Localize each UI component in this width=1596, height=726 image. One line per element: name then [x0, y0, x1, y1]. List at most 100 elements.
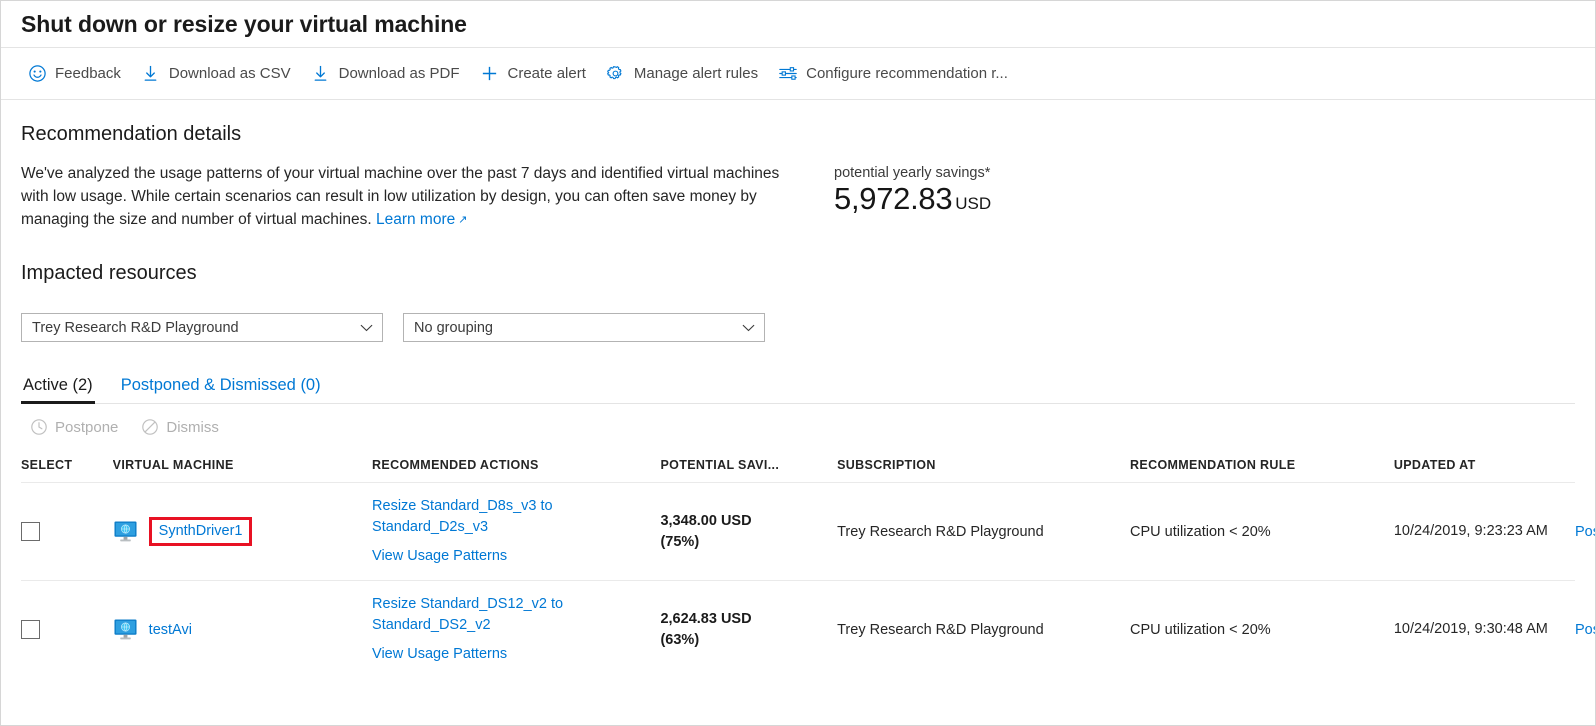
- download-pdf-button[interactable]: Download as PDF: [301, 57, 470, 91]
- create-alert-button[interactable]: Create alert: [470, 57, 596, 91]
- row-actions: Postpone|Dismiss: [1575, 524, 1596, 540]
- feedback-label: Feedback: [55, 65, 121, 82]
- recommendation-page: Shut down or resize your virtual machine…: [0, 0, 1596, 726]
- chevron-down-icon: [742, 321, 755, 334]
- column-header-virtual-machine: VIRTUAL MACHINE: [113, 450, 372, 483]
- gear-icon: [606, 64, 626, 84]
- page-title: Shut down or resize your virtual machine: [21, 11, 467, 38]
- recommended-actions-list: Resize Standard_D8s_v3 to Standard_D2s_v…: [372, 496, 652, 567]
- row-updated-at-cell: 10/24/2019, 9:30:48 AM: [1394, 581, 1575, 679]
- filters-bar: Trey Research R&D Playground No grouping: [21, 313, 1575, 342]
- create-alert-label: Create alert: [508, 65, 586, 82]
- potential-savings-value-row: 5,972.83USD: [834, 182, 991, 216]
- column-header-recommendation-rule: RECOMMENDATION RULE: [1130, 450, 1394, 483]
- manage-alert-rules-label: Manage alert rules: [634, 65, 758, 82]
- subscription-filter-value: Trey Research R&D Playground: [32, 320, 239, 336]
- grouping-filter-value: No grouping: [414, 320, 493, 336]
- row-recommended-actions-cell: Resize Standard_DS12_v2 to Standard_DS2_…: [372, 581, 660, 679]
- row-savings-percent: (63%): [660, 630, 829, 651]
- column-header-subscription: SUBSCRIPTION: [837, 450, 1130, 483]
- virtual-machine-icon: [113, 520, 139, 544]
- row-potential-savings-cell: 2,624.83 USD (63%): [660, 581, 837, 679]
- table-body: SynthDriver1 Resize Standard_D8s_v3 to S…: [21, 483, 1575, 679]
- recommendation-description: We've analyzed the usage patterns of you…: [21, 162, 796, 232]
- row-vm-cell: SynthDriver1: [113, 483, 372, 581]
- recommendation-tabs: Active (2) Postponed & Dismissed (0): [21, 376, 1575, 404]
- row-rule-cell: CPU utilization < 20%: [1130, 483, 1394, 581]
- impacted-resources-heading: Impacted resources: [21, 262, 1575, 285]
- column-header-select: SELECT: [21, 450, 113, 483]
- row-updated-at-cell: 10/24/2019, 9:23:23 AM: [1394, 483, 1575, 581]
- table-header: SELECT VIRTUAL MACHINE RECOMMENDED ACTIO…: [21, 450, 1575, 483]
- tab-active[interactable]: Active (2): [21, 376, 95, 403]
- chevron-down-icon: [360, 321, 373, 334]
- row-savings-percent: (75%): [660, 532, 829, 553]
- potential-savings-amount: 5,972.83: [834, 181, 952, 216]
- resize-action-link[interactable]: Resize Standard_D8s_v3 to Standard_D2s_v…: [372, 496, 652, 538]
- vm-cell-inner: testAvi: [113, 618, 364, 642]
- potential-savings-panel: potential yearly savings* 5,972.83USD: [834, 162, 991, 216]
- vm-name-link[interactable]: SynthDriver1: [159, 523, 243, 539]
- row-select-cell: [21, 483, 113, 581]
- row-rule-cell: CPU utilization < 20%: [1130, 581, 1394, 679]
- row-checkbox[interactable]: [21, 620, 40, 639]
- external-link-icon: ↗: [458, 209, 467, 232]
- row-vm-cell: testAvi: [113, 581, 372, 679]
- table-header-row: SELECT VIRTUAL MACHINE RECOMMENDED ACTIO…: [21, 450, 1575, 483]
- row-savings-amount: 3,348.00 USD: [660, 511, 829, 532]
- row-checkbox[interactable]: [21, 522, 40, 541]
- postpone-button[interactable]: Postpone: [21, 418, 126, 437]
- command-toolbar: Feedback Download as CSV Download as: [1, 48, 1595, 100]
- row-select-cell: [21, 581, 113, 679]
- tab-postponed-dismissed[interactable]: Postponed & Dismissed (0): [119, 376, 323, 403]
- column-header-updated-at: UPDATED AT: [1394, 450, 1575, 483]
- dismiss-label: Dismiss: [166, 419, 219, 436]
- main-content: Recommendation details We've analyzed th…: [1, 123, 1595, 678]
- feedback-button[interactable]: Feedback: [17, 57, 131, 91]
- manage-alert-rules-button[interactable]: Manage alert rules: [596, 57, 768, 91]
- potential-savings-currency: USD: [955, 194, 991, 213]
- recommendation-details-row: We've analyzed the usage patterns of you…: [21, 162, 1575, 232]
- recommendation-details-heading: Recommendation details: [21, 123, 1575, 146]
- clock-icon: [29, 418, 48, 437]
- row-potential-savings-cell: 3,348.00 USD (75%): [660, 483, 837, 581]
- potential-savings-label: potential yearly savings*: [834, 165, 991, 181]
- dismiss-button[interactable]: Dismiss: [132, 418, 227, 437]
- column-header-potential-savings: POTENTIAL SAVI...: [660, 450, 837, 483]
- row-recommended-actions-cell: Resize Standard_D8s_v3 to Standard_D2s_v…: [372, 483, 660, 581]
- grouping-filter-select[interactable]: No grouping: [403, 313, 765, 342]
- recommended-actions-list: Resize Standard_DS12_v2 to Standard_DS2_…: [372, 594, 652, 665]
- postpone-label: Postpone: [55, 419, 118, 436]
- row-subscription-cell: Trey Research R&D Playground: [837, 483, 1130, 581]
- row-postpone-link[interactable]: Postpone: [1575, 524, 1596, 540]
- configure-recommendation-rules-button[interactable]: Configure recommendation r...: [768, 57, 1018, 91]
- row-subscription-cell: Trey Research R&D Playground: [837, 581, 1130, 679]
- column-header-recommended-actions: RECOMMENDED ACTIONS: [372, 450, 660, 483]
- view-usage-patterns-link[interactable]: View Usage Patterns: [372, 644, 652, 665]
- download-csv-button[interactable]: Download as CSV: [131, 57, 301, 91]
- row-actions: Postpone|Dismiss: [1575, 622, 1596, 638]
- row-command-bar: Postpone Dismiss: [21, 404, 1575, 450]
- plus-icon: [480, 64, 500, 84]
- resize-action-link[interactable]: Resize Standard_DS12_v2 to Standard_DS2_…: [372, 594, 652, 636]
- virtual-machine-icon: [113, 618, 139, 642]
- download-icon: [141, 64, 161, 84]
- vm-name-wrap: testAvi: [149, 622, 192, 638]
- download-csv-label: Download as CSV: [169, 65, 291, 82]
- download-pdf-label: Download as PDF: [339, 65, 460, 82]
- configure-recommendation-rules-label: Configure recommendation r...: [806, 65, 1008, 82]
- download-icon: [311, 64, 331, 84]
- vm-cell-inner: SynthDriver1: [113, 517, 364, 546]
- row-savings-amount: 2,624.83 USD: [660, 609, 829, 630]
- table-row: SynthDriver1 Resize Standard_D8s_v3 to S…: [21, 483, 1575, 581]
- vm-name-link[interactable]: testAvi: [149, 622, 192, 638]
- page-titlebar: Shut down or resize your virtual machine: [1, 1, 1595, 48]
- vm-name-highlight-box: SynthDriver1: [149, 517, 253, 546]
- view-usage-patterns-link[interactable]: View Usage Patterns: [372, 546, 652, 567]
- learn-more-link[interactable]: Learn more: [376, 211, 455, 228]
- subscription-filter-select[interactable]: Trey Research R&D Playground: [21, 313, 383, 342]
- smiley-icon: [27, 64, 47, 84]
- block-icon: [140, 418, 159, 437]
- sliders-icon: [778, 64, 798, 84]
- row-postpone-link[interactable]: Postpone: [1575, 622, 1596, 638]
